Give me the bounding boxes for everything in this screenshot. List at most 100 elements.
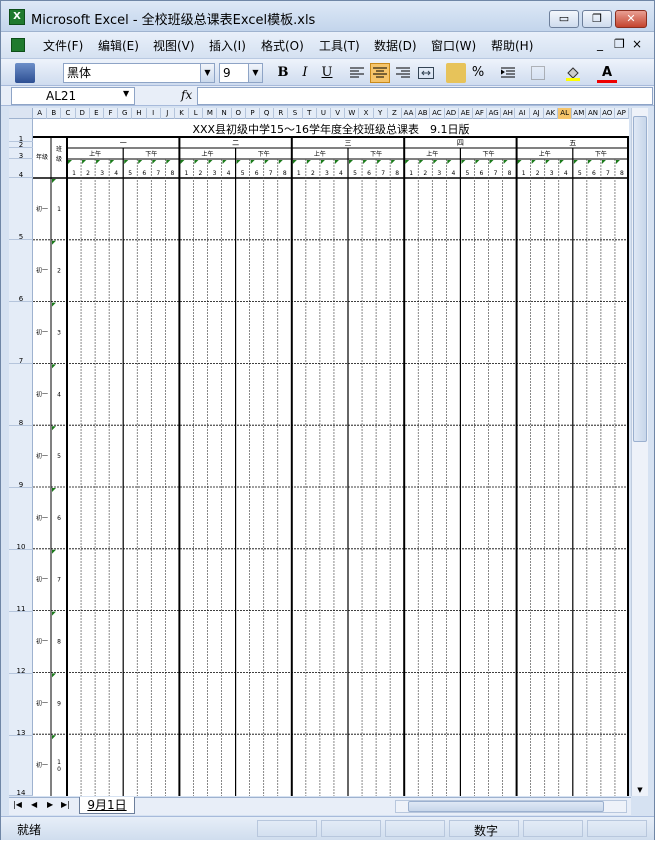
column-header[interactable]: P <box>246 108 261 119</box>
column-header[interactable]: K <box>175 108 190 119</box>
column-header[interactable]: Z <box>388 108 402 119</box>
row-header[interactable]: 13 <box>9 674 33 737</box>
row-header[interactable]: 3 <box>9 148 33 160</box>
column-header[interactable]: AE <box>459 108 473 119</box>
row-header[interactable]: 5 <box>9 178 33 241</box>
column-header[interactable]: J <box>161 108 175 119</box>
vertical-scrollbar[interactable]: ▼ <box>631 108 648 796</box>
close-button[interactable]: ✕ <box>615 10 647 28</box>
borders-button[interactable] <box>528 63 548 83</box>
column-header[interactable]: AO <box>601 108 615 119</box>
insert-function-button[interactable]: fx <box>181 88 192 102</box>
formula-input[interactable] <box>197 87 653 105</box>
mdi-close-icon[interactable]: × <box>632 37 642 51</box>
worksheet-grid[interactable]: XXX县初级中学15～16学年度全校班级总课表 9.1日版 年级班级 一上午 下午 1 2… <box>33 119 629 796</box>
column-header[interactable]: AB <box>416 108 431 119</box>
column-header[interactable]: AF <box>473 108 488 119</box>
row-header[interactable]: 8 <box>9 364 33 427</box>
column-header[interactable]: Y <box>374 108 388 119</box>
column-header[interactable]: M <box>203 108 218 119</box>
font-color-button[interactable]: A <box>597 63 617 83</box>
column-header[interactable]: AP <box>615 108 629 119</box>
menu-item[interactable]: 文件(F) <box>43 37 83 54</box>
horizontal-scroll-thumb[interactable] <box>408 801 604 812</box>
column-header[interactable]: B <box>47 108 62 119</box>
column-header[interactable]: A <box>33 108 48 119</box>
font-select[interactable]: 黑体 ▼ <box>63 63 215 83</box>
scroll-down-icon[interactable]: ▼ <box>632 786 648 796</box>
restore-button[interactable]: ❐ <box>582 10 612 28</box>
column-header[interactable]: R <box>274 108 289 119</box>
column-header[interactable]: F <box>104 108 119 119</box>
column-header[interactable]: AD <box>445 108 459 119</box>
column-header[interactable]: C <box>61 108 76 119</box>
horizontal-scrollbar[interactable] <box>395 800 627 813</box>
menu-item[interactable]: 格式(O) <box>261 37 304 54</box>
name-box[interactable]: AL21 <box>11 87 135 105</box>
align-center-button[interactable] <box>370 63 390 83</box>
column-header[interactable]: V <box>331 108 346 119</box>
column-header[interactable]: S <box>288 108 303 119</box>
menu-item[interactable]: 编辑(E) <box>98 37 139 54</box>
underline-button[interactable]: U <box>317 63 337 83</box>
row-header[interactable]: 12 <box>9 612 33 675</box>
currency-icon[interactable] <box>446 63 466 83</box>
column-header[interactable]: N <box>217 108 232 119</box>
merge-center-button[interactable] <box>416 63 436 83</box>
column-header[interactable]: AL <box>558 108 573 119</box>
column-header[interactable]: L <box>189 108 204 119</box>
indent-button[interactable] <box>498 63 518 83</box>
column-header[interactable]: AH <box>501 108 516 119</box>
chevron-down-icon[interactable]: ▼ <box>248 64 262 82</box>
menu-item[interactable]: 视图(V) <box>153 37 195 54</box>
next-sheet-icon[interactable]: ▶ <box>47 800 53 809</box>
select-all-corner[interactable] <box>9 108 33 119</box>
chevron-down-icon[interactable]: ▼ <box>200 64 214 82</box>
column-header[interactable]: AG <box>487 108 502 119</box>
workbook-icon[interactable] <box>11 38 25 52</box>
mdi-minimize-icon[interactable]: _ <box>597 37 603 51</box>
mdi-restore-icon[interactable]: ❐ <box>614 37 625 51</box>
bold-button[interactable]: B <box>273 63 293 83</box>
sheet-tab-active[interactable]: 9月1日 <box>79 797 135 814</box>
column-header[interactable]: I <box>147 108 161 119</box>
column-header[interactable]: O <box>232 108 246 119</box>
column-header[interactable]: T <box>303 108 317 119</box>
column-header[interactable]: U <box>317 108 331 119</box>
column-header[interactable]: AI <box>515 108 530 119</box>
italic-button[interactable]: I <box>295 63 315 83</box>
prev-sheet-icon[interactable]: ◀ <box>31 800 37 809</box>
first-sheet-icon[interactable]: |◀ <box>13 800 22 809</box>
menu-item[interactable]: 窗口(W) <box>431 37 476 54</box>
row-header[interactable]: 10 <box>9 488 33 551</box>
font-size-select[interactable]: 9 ▼ <box>219 63 263 83</box>
column-header[interactable]: H <box>132 108 147 119</box>
menu-item[interactable]: 工具(T) <box>319 37 360 54</box>
vertical-scroll-thumb[interactable] <box>633 116 647 442</box>
minimize-button[interactable]: ▭ <box>549 10 579 28</box>
align-left-button[interactable] <box>347 63 367 83</box>
column-header[interactable]: AK <box>544 108 559 119</box>
column-header[interactable]: AJ <box>530 108 544 119</box>
column-header[interactable]: AA <box>402 108 417 119</box>
last-sheet-icon[interactable]: ▶| <box>61 800 70 809</box>
row-header[interactable]: 9 <box>9 426 33 489</box>
column-header[interactable]: G <box>118 108 133 119</box>
column-header[interactable]: X <box>359 108 374 119</box>
menu-item[interactable]: 插入(I) <box>209 37 246 54</box>
column-header[interactable]: Q <box>260 108 275 119</box>
column-header[interactable]: AN <box>586 108 601 119</box>
name-box-dropdown-icon[interactable]: ▼ <box>123 89 129 98</box>
column-header[interactable]: E <box>90 108 104 119</box>
column-header[interactable]: D <box>76 108 90 119</box>
percent-button[interactable]: % <box>468 63 488 83</box>
column-header[interactable]: AM <box>572 108 587 119</box>
column-header[interactable]: W <box>345 108 360 119</box>
fill-color-button[interactable] <box>563 63 583 83</box>
row-header[interactable]: 6 <box>9 240 33 303</box>
row-header[interactable]: 14 <box>9 736 33 797</box>
column-header[interactable]: AC <box>430 108 445 119</box>
menu-item[interactable]: 帮助(H) <box>491 37 533 54</box>
row-header[interactable]: 7 <box>9 302 33 365</box>
align-right-button[interactable] <box>393 63 413 83</box>
